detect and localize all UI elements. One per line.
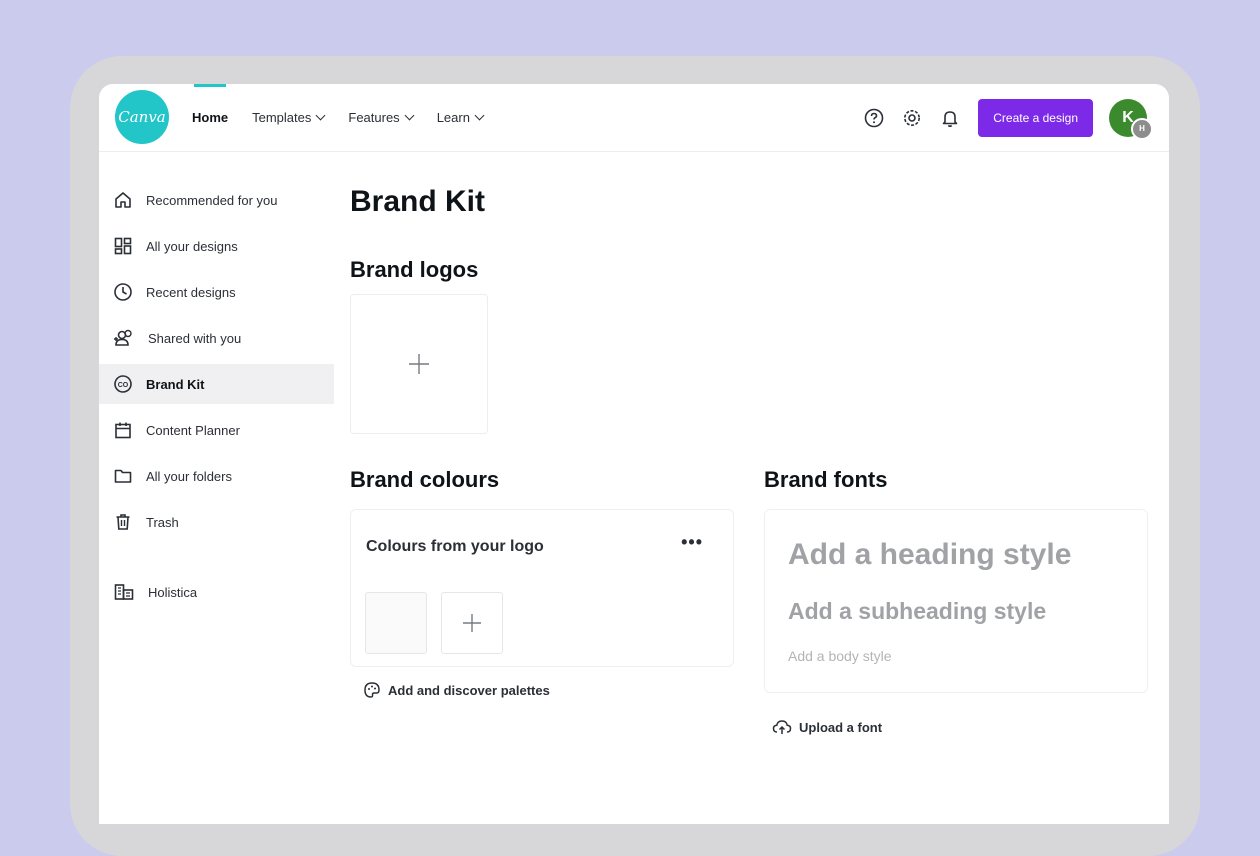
add-subheading-style[interactable]: Add a subheading style <box>788 598 1046 625</box>
add-body-style[interactable]: Add a body style <box>788 648 892 664</box>
sidebar: Recommended for you All your designs Rec… <box>99 180 334 618</box>
create-design-button[interactable]: Create a design <box>978 98 1093 137</box>
help-icon[interactable] <box>862 106 886 130</box>
chevron-down-icon <box>404 110 415 121</box>
sidebar-item-trash[interactable]: Trash <box>99 502 334 542</box>
sidebar-item-label: Shared with you <box>148 330 242 346</box>
sidebar-item-label: All your designs <box>146 238 238 254</box>
team-badge: H <box>1131 117 1153 140</box>
brand-kit-icon: CO <box>114 375 132 393</box>
nav-learn[interactable]: Learn <box>436 84 485 151</box>
add-logo-button[interactable] <box>350 294 488 434</box>
avatar[interactable]: K H <box>1109 98 1153 140</box>
nav-features[interactable]: Features <box>348 84 415 151</box>
sidebar-item-all-designs[interactable]: All your designs <box>99 226 334 266</box>
colour-swatch[interactable] <box>365 592 427 654</box>
brand-colours-title: Brand colours <box>350 467 500 492</box>
nav-home-label: Home <box>192 110 229 125</box>
canva-logo[interactable]: Canva <box>115 90 169 144</box>
nav-learn-label: Learn <box>436 110 470 125</box>
sidebar-item-label: Recent designs <box>146 284 236 300</box>
calendar-icon <box>115 422 131 439</box>
sidebar-item-content-planner[interactable]: Content Planner <box>99 410 334 450</box>
designs-grid-icon <box>114 237 132 255</box>
sidebar-item-brand-kit[interactable]: CO Brand Kit <box>99 364 334 404</box>
plus-icon <box>409 354 429 374</box>
nav-templates-label: Templates <box>252 110 312 125</box>
clock-icon <box>114 283 132 301</box>
brand-fonts-card: Add a heading style Add a subheading sty… <box>764 509 1148 693</box>
sidebar-item-label: All your folders <box>146 468 232 484</box>
upload-font-link[interactable]: Upload a font <box>772 718 882 736</box>
add-discover-palettes-link[interactable]: Add and discover palettes <box>363 681 550 699</box>
brand-fonts-title: Brand fonts <box>764 467 888 492</box>
page-title: Brand Kit <box>350 185 485 218</box>
sidebar-item-label: Holistica <box>148 584 198 600</box>
sidebar-item-label: Brand Kit <box>146 376 205 392</box>
palette-title: Colours from your logo <box>366 538 544 555</box>
notification-bell-icon[interactable] <box>938 106 962 130</box>
nav-templates[interactable]: Templates <box>252 84 326 151</box>
sidebar-item-label: Trash <box>146 514 179 530</box>
sidebar-item-label: Recommended for you <box>146 192 278 208</box>
colour-palette-card: Colours from your logo ••• <box>350 509 734 667</box>
sidebar-item-recommended[interactable]: Recommended for you <box>99 180 334 220</box>
team-building-icon <box>114 584 134 600</box>
home-icon <box>115 192 131 208</box>
plus-icon <box>463 614 481 632</box>
svg-text:CO: CO <box>118 382 129 389</box>
app-window: Canva Home Templates Features Learn Crea… <box>99 84 1169 824</box>
nav-features-label: Features <box>348 110 400 125</box>
sidebar-item-recent[interactable]: Recent designs <box>99 272 334 312</box>
shared-people-icon <box>114 329 132 346</box>
main-nav: Home Templates Features Learn <box>192 84 507 151</box>
add-colour-button[interactable] <box>441 592 503 654</box>
header-actions: Create a design K H <box>862 84 1169 151</box>
folder-icon <box>114 469 132 483</box>
sidebar-item-team-holistica[interactable]: Holistica <box>99 572 334 612</box>
add-discover-palettes-label: Add and discover palettes <box>388 682 550 698</box>
sidebar-item-folders[interactable]: All your folders <box>99 456 334 496</box>
brand-logos-title: Brand logos <box>350 257 479 282</box>
top-navigation-bar: Canva Home Templates Features Learn Crea… <box>99 84 1169 152</box>
upload-font-label: Upload a font <box>799 719 883 735</box>
palette-icon <box>364 682 380 698</box>
sidebar-item-shared[interactable]: Shared with you <box>99 318 334 358</box>
trash-icon <box>116 514 130 530</box>
chevron-down-icon <box>474 110 485 121</box>
add-heading-style[interactable]: Add a heading style <box>788 538 1071 572</box>
more-options-button[interactable]: ••• <box>681 532 703 553</box>
nav-home[interactable]: Home <box>192 84 228 151</box>
chevron-down-icon <box>315 110 326 121</box>
sidebar-item-label: Content Planner <box>146 422 240 438</box>
settings-gear-icon[interactable] <box>900 106 924 130</box>
cloud-upload-icon <box>772 720 792 734</box>
